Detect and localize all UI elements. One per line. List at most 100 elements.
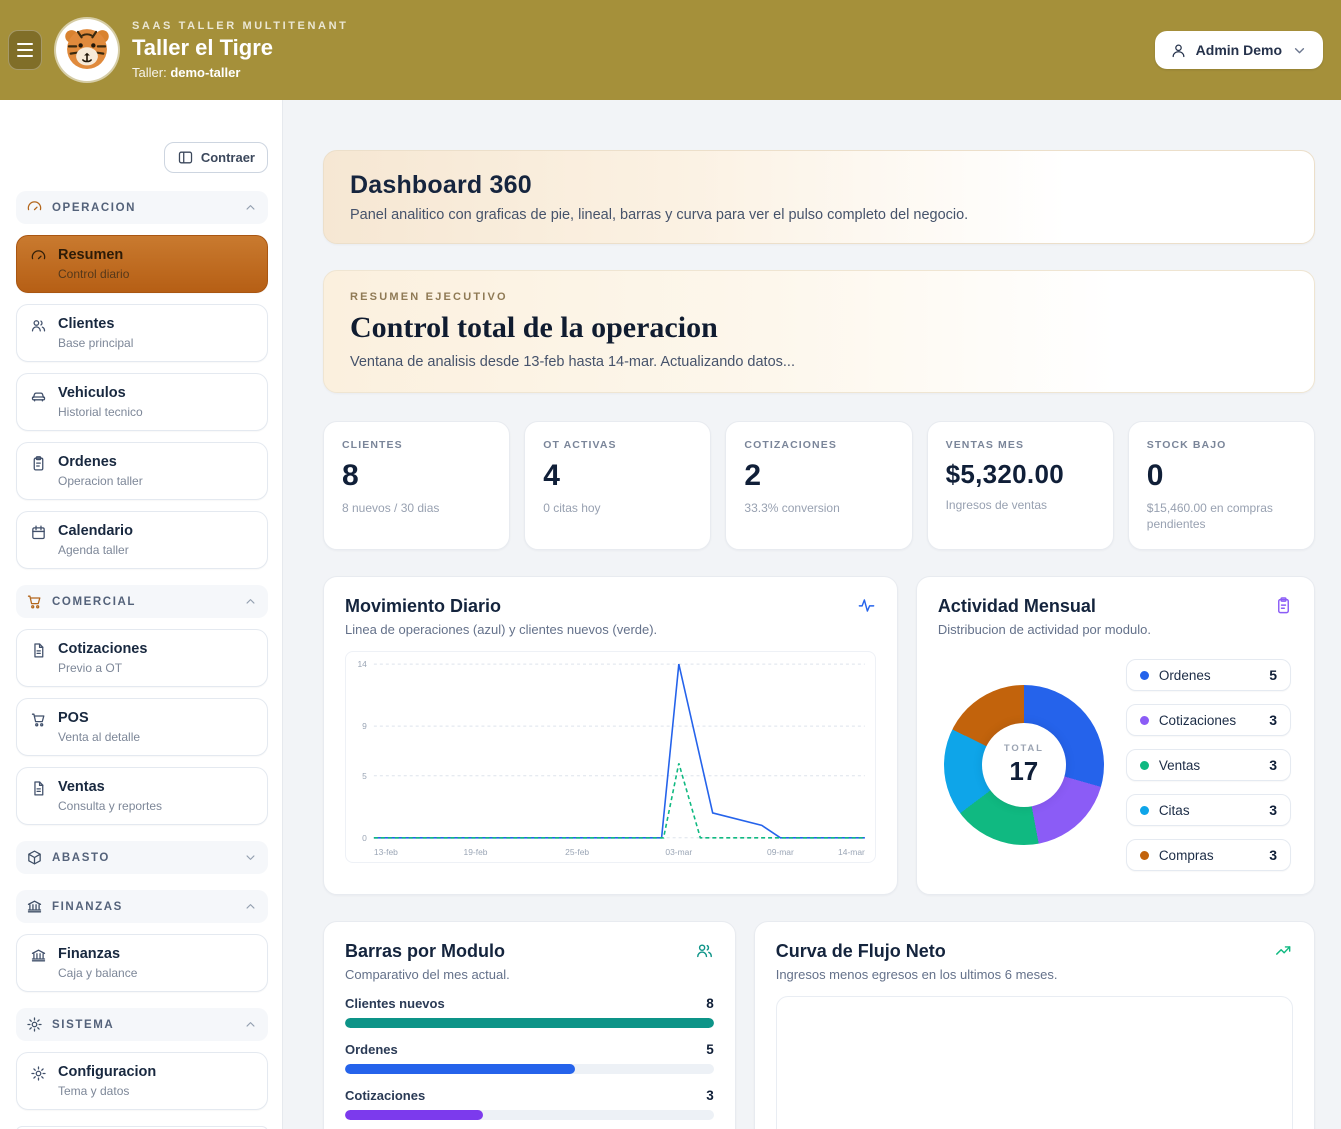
users-icon xyxy=(30,317,47,334)
page-subtitle: Panel analitico con graficas de pie, lin… xyxy=(350,207,969,223)
sidebar-item-subtitle: Agenda taller xyxy=(58,543,129,557)
gauge-icon xyxy=(26,199,43,216)
legend-dot xyxy=(1139,850,1149,860)
sidebar-item-title: Clientes xyxy=(58,316,115,332)
executive-summary-card: RESUMEN EJECUTIVO Control total de la op… xyxy=(323,270,1315,393)
svg-text:14-mar: 14-mar xyxy=(838,847,865,857)
menu-button[interactable] xyxy=(8,30,42,70)
user-menu-button[interactable]: Admin Demo xyxy=(1154,31,1323,69)
svg-text:09-mar: 09-mar xyxy=(767,847,794,857)
cart-icon xyxy=(30,711,47,728)
gauge-icon xyxy=(30,248,47,265)
stat-card-cotizaciones: COTIZACIONES 2 33.3% conversion xyxy=(725,421,913,551)
svg-text:14: 14 xyxy=(357,659,367,669)
movimiento-title: Movimiento Diario xyxy=(345,596,502,617)
clipboard-icon xyxy=(1274,596,1293,615)
app-header: SAAS TALLER MULTITENANT Taller el Tigre … xyxy=(0,0,1341,100)
donut-area: TOTAL 17 Ordenes 5 Cotizaciones 3 Ventas 3 Cit… xyxy=(938,655,1293,875)
executive-subtitle: Ventana de analisis desde 13-feb hasta 1… xyxy=(350,354,795,370)
svg-text:13-feb: 13-feb xyxy=(374,847,398,857)
gear-icon xyxy=(30,1065,47,1082)
executive-kicker: RESUMEN EJECUTIVO xyxy=(350,291,508,303)
bar-row-clientes-nuevos: Clientes nuevos 8 xyxy=(345,996,714,1029)
sidebar-item-subtitle: Previo a OT xyxy=(58,661,123,675)
sidebar-section-comercial: COMERCIAL Cotizaciones Previo a OT POS Venta… xyxy=(16,585,268,825)
barras-subtitle: Comparativo del mes actual. xyxy=(345,967,510,983)
sidebar-item-title: Configuracion xyxy=(58,1064,157,1080)
chevron-up-icon xyxy=(243,594,258,609)
chevron-down-icon xyxy=(243,850,258,865)
donut-center-label: TOTAL xyxy=(1003,743,1044,755)
bar-fill xyxy=(345,1064,576,1075)
section-header-sistema[interactable]: SISTEMA xyxy=(16,1008,268,1041)
sidebar-item-clientes[interactable]: Clientes Base principal xyxy=(16,304,268,362)
legend-item-ventas: Ventas 3 xyxy=(1125,749,1291,782)
sidebar-item-title: Ventas xyxy=(58,779,105,795)
user-name: Admin Demo xyxy=(1195,42,1282,58)
donut-chart: TOTAL 17 xyxy=(943,685,1104,846)
movimiento-diario-card: Movimiento Diario Linea de operaciones (… xyxy=(323,576,898,896)
bar-fill xyxy=(345,1110,484,1121)
stats-row: CLIENTES 8 8 nuevos / 30 dias OT ACTIVAS 4 0 … xyxy=(323,421,1315,551)
executive-title: Control total de la operacion xyxy=(350,311,718,344)
sidebar-item-subtitle: Consulta y reportes xyxy=(58,799,163,813)
legend-item-ordenes: Ordenes 5 xyxy=(1125,659,1291,692)
sidebar-item-resumen[interactable]: Resumen Control diario xyxy=(16,235,268,293)
sidebar-item-pos[interactable]: POS Venta al detalle xyxy=(16,698,268,756)
sidebar-item-finanzas[interactable]: Finanzas Caja y balance xyxy=(16,934,268,992)
sidebar-item-calendario[interactable]: Calendario Agenda taller xyxy=(16,511,268,569)
sidebar-item-cotizaciones[interactable]: Cotizaciones Previo a OT xyxy=(16,629,268,687)
header-titles: SAAS TALLER MULTITENANT Taller el Tigre … xyxy=(132,20,348,80)
page-header-card: Dashboard 360 Panel analitico con grafic… xyxy=(323,150,1315,244)
section-header-finanzas[interactable]: FINANZAS xyxy=(16,890,268,923)
bar-row-ordenes: Ordenes 5 xyxy=(345,1042,714,1075)
charts-row: Movimiento Diario Linea de operaciones (… xyxy=(323,576,1315,896)
curva-title: Curva de Flujo Neto xyxy=(775,941,946,962)
bar-fill xyxy=(345,1018,714,1029)
cart-icon xyxy=(26,593,43,610)
chevron-up-icon xyxy=(243,899,258,914)
sidebar-item-subtitle: Operacion taller xyxy=(58,474,143,488)
stat-card-stock-bajo: STOCK BAJO 0 $15,460.00 en compras pendien… xyxy=(1127,421,1315,551)
collapse-label: Contraer xyxy=(200,150,255,165)
sidebar-item-vehiculos[interactable]: Vehiculos Historial tecnico xyxy=(16,373,268,431)
section-header-comercial[interactable]: COMERCIAL xyxy=(16,585,268,618)
barras-title: Barras por Modulo xyxy=(345,941,506,962)
legend-dot xyxy=(1139,670,1149,680)
workshop-title: Taller el Tigre xyxy=(132,35,274,60)
file-icon xyxy=(30,642,47,659)
movimiento-subtitle: Linea de operaciones (azul) y clientes n… xyxy=(345,622,658,638)
sidebar-section-abasto: ABASTO xyxy=(16,841,268,874)
chevron-down-icon xyxy=(1291,42,1308,59)
sidebar: Contraer OPERACION Resumen Control diario C… xyxy=(0,100,283,1129)
sidebar-item-title: Vehiculos xyxy=(58,385,126,401)
stat-card-clientes: CLIENTES 8 8 nuevos / 30 dias xyxy=(323,421,511,551)
sidebar-section-sistema: SISTEMA Configuracion Tema y datos xyxy=(16,1008,268,1110)
bar-row-cotizaciones: Cotizaciones 3 xyxy=(345,1088,714,1121)
bottom-row: Barras por Modulo Comparativo del mes ac… xyxy=(323,921,1315,1129)
legend-item-compras: Compras 3 xyxy=(1125,839,1291,872)
tiger-logo-image xyxy=(58,21,116,79)
sidebar-section-operacion: OPERACION Resumen Control diario Clientes Ba… xyxy=(16,191,268,569)
app-logo xyxy=(56,19,118,81)
donut-center: TOTAL 17 xyxy=(981,723,1066,808)
sidebar-item-title: Finanzas xyxy=(58,946,121,962)
clipboard-icon xyxy=(30,455,47,472)
sidebar-item-title: Cotizaciones xyxy=(58,641,148,657)
sidebar-item-configuracion[interactable]: Configuracion Tema y datos xyxy=(16,1052,268,1110)
stat-card-ot-activas: OT ACTIVAS 4 0 citas hoy xyxy=(524,421,712,551)
section-header-operacion[interactable]: OPERACION xyxy=(16,191,268,224)
sidebar-item-ordenes[interactable]: Ordenes Operacion taller xyxy=(16,442,268,500)
donut-total: 17 xyxy=(1009,756,1039,787)
legend-dot xyxy=(1139,760,1149,770)
sidebar-item-title: POS xyxy=(58,710,89,726)
user-icon xyxy=(1170,42,1187,59)
svg-text:0: 0 xyxy=(362,833,367,843)
sidebar-item-subtitle: Historial tecnico xyxy=(58,405,143,419)
sidebar-item-subtitle: Base principal xyxy=(58,336,134,350)
legend-dot xyxy=(1139,805,1149,815)
collapse-sidebar-button[interactable]: Contraer xyxy=(163,142,268,173)
section-header-abasto[interactable]: ABASTO xyxy=(16,841,268,874)
main-content: Dashboard 360 Panel analitico con grafic… xyxy=(283,100,1341,1129)
sidebar-item-ventas[interactable]: Ventas Consulta y reportes xyxy=(16,767,268,825)
